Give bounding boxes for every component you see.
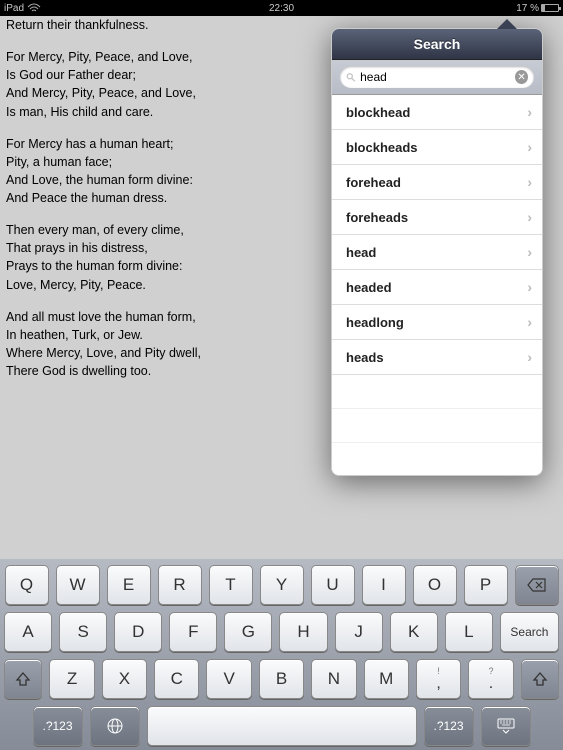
key-period[interactable]: ?. <box>468 659 513 699</box>
key-k[interactable]: K <box>390 612 438 652</box>
key-s[interactable]: S <box>59 612 107 652</box>
key-i[interactable]: I <box>362 565 406 605</box>
key-o[interactable]: O <box>413 565 457 605</box>
chevron-right-icon: › <box>527 349 532 365</box>
key-x[interactable]: X <box>102 659 147 699</box>
key-t[interactable]: T <box>209 565 253 605</box>
key-f[interactable]: F <box>169 612 217 652</box>
key-m[interactable]: M <box>364 659 409 699</box>
empty-row <box>332 409 542 443</box>
status-bar: iPad 22:30 17 % <box>0 0 563 16</box>
result-item[interactable]: headed› <box>332 270 542 305</box>
battery-icon <box>541 4 559 12</box>
clear-search-button[interactable]: ✕ <box>515 70 528 84</box>
shift-icon <box>532 671 548 687</box>
status-right: 17 % <box>516 3 559 14</box>
key-shift-left[interactable] <box>4 659 42 699</box>
key-shift-right[interactable] <box>521 659 559 699</box>
key-u[interactable]: U <box>311 565 355 605</box>
status-time: 22:30 <box>269 3 294 14</box>
key-l[interactable]: L <box>445 612 493 652</box>
result-item[interactable]: blockhead› <box>332 95 542 130</box>
key-numbers-right[interactable]: .?123 <box>424 706 474 746</box>
key-h[interactable]: H <box>279 612 327 652</box>
empty-row <box>332 375 542 409</box>
search-icon <box>346 72 356 83</box>
chevron-right-icon: › <box>527 244 532 260</box>
key-c[interactable]: C <box>154 659 199 699</box>
chevron-right-icon: › <box>527 314 532 330</box>
chevron-right-icon: › <box>527 104 532 120</box>
result-item[interactable]: heads› <box>332 340 542 375</box>
battery-percent: 17 % <box>516 3 539 14</box>
hide-keyboard-icon <box>496 718 516 734</box>
key-v[interactable]: V <box>206 659 251 699</box>
key-space[interactable] <box>147 706 417 746</box>
keyboard: Q W E R T Y U I O P A S D F G H J K L Se… <box>0 559 563 750</box>
key-hide-keyboard[interactable] <box>481 706 531 746</box>
search-input[interactable] <box>360 70 515 84</box>
chevron-right-icon: › <box>527 279 532 295</box>
device-label: iPad <box>4 3 24 14</box>
key-n[interactable]: N <box>311 659 356 699</box>
result-item[interactable]: forehead› <box>332 165 542 200</box>
key-z[interactable]: Z <box>49 659 94 699</box>
chevron-right-icon: › <box>527 139 532 155</box>
search-popover: Search ✕ blockhead› blockheads› forehead… <box>331 28 543 476</box>
key-b[interactable]: B <box>259 659 304 699</box>
chevron-right-icon: › <box>527 209 532 225</box>
key-search[interactable]: Search <box>500 612 559 652</box>
key-a[interactable]: A <box>4 612 52 652</box>
wifi-icon <box>27 3 41 13</box>
key-p[interactable]: P <box>464 565 508 605</box>
key-g[interactable]: G <box>224 612 272 652</box>
result-item[interactable]: headlong› <box>332 305 542 340</box>
search-box: ✕ <box>332 60 542 95</box>
shift-icon <box>15 671 31 687</box>
empty-row <box>332 443 542 475</box>
chevron-right-icon: › <box>527 174 532 190</box>
key-comma[interactable]: !, <box>416 659 461 699</box>
search-results: blockhead› blockheads› forehead› forehea… <box>332 95 542 475</box>
result-item[interactable]: foreheads› <box>332 200 542 235</box>
key-y[interactable]: Y <box>260 565 304 605</box>
result-item[interactable]: blockheads› <box>332 130 542 165</box>
key-j[interactable]: J <box>335 612 383 652</box>
key-w[interactable]: W <box>56 565 100 605</box>
key-e[interactable]: E <box>107 565 151 605</box>
key-r[interactable]: R <box>158 565 202 605</box>
backspace-icon <box>527 578 547 592</box>
key-globe[interactable] <box>90 706 140 746</box>
search-input-wrap[interactable]: ✕ <box>340 66 534 88</box>
key-d[interactable]: D <box>114 612 162 652</box>
key-numbers-left[interactable]: .?123 <box>33 706 83 746</box>
globe-icon <box>106 717 124 735</box>
status-left: iPad <box>4 3 41 14</box>
key-backspace[interactable] <box>515 565 559 605</box>
result-item[interactable]: head› <box>332 235 542 270</box>
key-q[interactable]: Q <box>5 565 49 605</box>
popover-title: Search <box>332 29 542 60</box>
